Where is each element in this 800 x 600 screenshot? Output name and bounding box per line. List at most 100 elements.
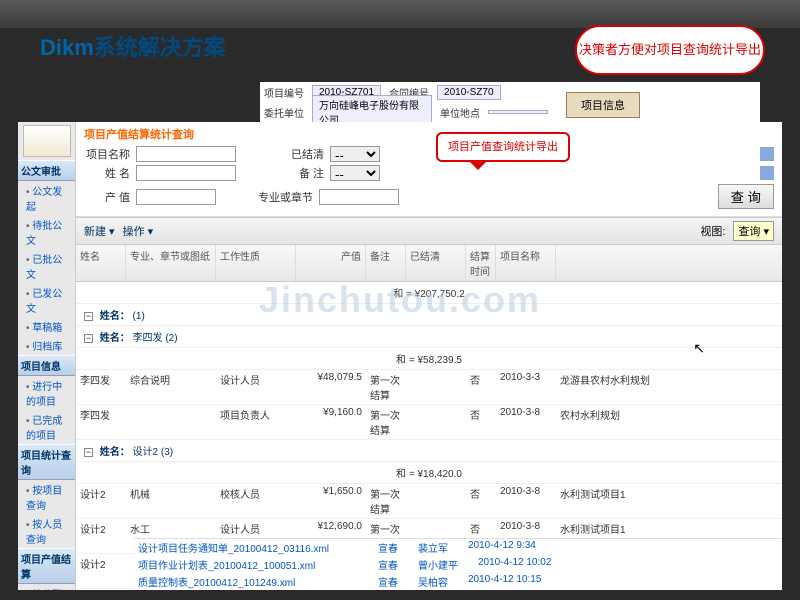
table-row[interactable]: 设计2机械校核人员¥1,650.0第一次结算 否2010-3-8水利测试项目1: [76, 484, 782, 519]
group-row[interactable]: − 姓名： 设计2 (3): [76, 440, 782, 462]
file-row[interactable]: 质量控制表_20100412_101249.xml宣春吴柏容2010-4-12 …: [134, 573, 782, 590]
note-select[interactable]: --: [330, 165, 380, 181]
column-header[interactable]: 结算时间: [466, 245, 496, 281]
sidebar-item[interactable]: 待分配产值: [18, 584, 75, 590]
sidebar-item[interactable]: 进行中的项目: [18, 376, 75, 410]
expand-toggle-icon[interactable]: −: [84, 334, 93, 343]
table-cell: 综合说明: [126, 370, 216, 404]
value-input[interactable]: [136, 189, 216, 205]
table-cell: [406, 370, 466, 404]
location-label: 单位地点: [436, 105, 484, 120]
sum-row: 和 = ¥58,239.5: [76, 348, 782, 370]
column-header[interactable]: 工作性质: [216, 245, 296, 281]
table-cell: 2010-3-8: [496, 484, 556, 518]
contract-no-value: 2010-SZ70: [437, 85, 500, 100]
proj-name-input[interactable]: [136, 146, 236, 162]
column-header[interactable]: 专业、章节或图纸: [126, 245, 216, 281]
spec-label: 专业或章节: [258, 189, 313, 205]
settled-label: 已结清: [278, 146, 324, 162]
panel-title: 项目产值结算统计查询: [84, 126, 774, 142]
sidebar-item[interactable]: 归档库: [18, 336, 75, 355]
table-cell: 设计2: [76, 519, 126, 553]
table-row[interactable]: 李四发项目负责人¥9,160.0第一次结算否2010-3-8农村水利规划: [76, 405, 782, 440]
table-cell: 机械: [126, 484, 216, 518]
table-cell: 否: [466, 484, 496, 518]
new-button[interactable]: 新建 ▾: [84, 223, 115, 239]
sidebar-item[interactable]: 公文发起: [18, 181, 75, 215]
table-cell: 设计人员: [216, 370, 296, 404]
proj-name-label: 项目名称: [84, 146, 130, 162]
table-cell: ¥9,160.0: [296, 405, 366, 439]
sidebar-item[interactable]: 草稿箱: [18, 317, 75, 336]
project-header-info: 项目编号 2010-SZ701 合同编号 2010-SZ70 委托单位 万向硅峰…: [260, 82, 760, 122]
name-input[interactable]: [136, 165, 236, 181]
group-row[interactable]: − 姓名： (1): [76, 304, 782, 326]
cloud-annotation: 决策者方便对项目查询统计导出: [560, 15, 780, 80]
sidebar: 公文审批公文发起待批公文已批公文已发公文草稿箱归档库项目信息进行中的项目已完成的…: [18, 122, 76, 590]
table-cell: 第一次结算: [366, 370, 406, 404]
sidebar-item[interactable]: 已发公文: [18, 283, 75, 317]
calendar-icon-2[interactable]: [760, 166, 774, 180]
spec-input[interactable]: [319, 189, 399, 205]
table-cell: 农村水利规划: [556, 405, 656, 439]
table-cell: 第一次结算: [366, 484, 406, 518]
sum-row: 和 = ¥18,420.0: [76, 462, 782, 484]
callout-annotation: 项目产值查询统计导出: [436, 132, 570, 162]
name-label: 姓 名: [84, 165, 130, 181]
sidebar-section[interactable]: 公文审批: [18, 160, 75, 181]
sum-row: 和 = ¥207,750.2: [76, 282, 782, 304]
group-row[interactable]: − 姓名： 李四发 (2): [76, 326, 782, 348]
grid-header: 姓名专业、章节或图纸工作性质产值备注已结清结算时间项目名称: [76, 245, 782, 282]
table-cell: [126, 405, 216, 439]
title-suffix: 系统解决方案: [94, 35, 226, 60]
table-cell: 第一次结算: [366, 405, 406, 439]
grid-toolbar: 新建 ▾ 操作 ▾ 视图: 查询 ▾: [76, 217, 782, 245]
table-cell: 2010-3-3: [496, 370, 556, 404]
query-panel: 项目产值结算统计查询 项目产值查询统计导出 项目名称 已结清 -- 姓 名 备 …: [76, 122, 782, 217]
sidebar-item[interactable]: 待批公文: [18, 215, 75, 249]
expand-toggle-icon[interactable]: −: [84, 448, 93, 457]
column-header[interactable]: 姓名: [76, 245, 126, 281]
value-label: 产 值: [84, 189, 130, 205]
sidebar-item[interactable]: 按项目查询: [18, 480, 75, 514]
search-button[interactable]: 查 询: [718, 184, 774, 209]
project-info-tab[interactable]: 项目信息: [566, 92, 640, 118]
sidebar-item[interactable]: 已批公文: [18, 249, 75, 283]
table-cell: 校核人员: [216, 484, 296, 518]
table-cell: ¥1,650.0: [296, 484, 366, 518]
file-row[interactable]: 项目作业计划表_20100412_100051.xml宣春曾小建平2010-4-…: [134, 556, 782, 573]
ops-button[interactable]: 操作 ▾: [123, 223, 154, 239]
column-header[interactable]: 已结清: [406, 245, 466, 281]
table-row[interactable]: 李四发综合说明设计人员¥48,079.5第一次结算否2010-3-3龙游县农村水…: [76, 370, 782, 405]
table-cell: [406, 484, 466, 518]
table-cell: 设计2: [76, 484, 126, 518]
sidebar-section[interactable]: 项目统计查询: [18, 444, 75, 480]
proj-no-label: 项目编号: [260, 85, 308, 100]
table-cell: 2010-3-8: [496, 405, 556, 439]
table-cell: 龙游县农村水利规划: [556, 370, 656, 404]
sidebar-item[interactable]: 按人员查询: [18, 514, 75, 548]
table-cell: 水利测试项目1: [556, 484, 656, 518]
title-prefix: Dikm: [40, 35, 94, 60]
main-area: 公文审批公文发起待批公文已批公文已发公文草稿箱归档库项目信息进行中的项目已完成的…: [18, 122, 782, 590]
table-cell: [406, 405, 466, 439]
settled-select[interactable]: --: [330, 146, 380, 162]
sidebar-section[interactable]: 项目产值结算: [18, 548, 75, 584]
file-row[interactable]: 设计项目任务通知单_20100412_03116.xml宣春裴立军2010-4-…: [134, 539, 782, 556]
client-label: 委托单位: [260, 105, 308, 120]
column-header[interactable]: 备注: [366, 245, 406, 281]
sidebar-section[interactable]: 项目信息: [18, 355, 75, 376]
location-value: [488, 110, 548, 114]
cursor-icon: ↖: [693, 340, 705, 357]
column-header[interactable]: 产值: [296, 245, 366, 281]
sidebar-item[interactable]: 已完成的项目: [18, 410, 75, 444]
sidebar-thumbnail[interactable]: [23, 125, 71, 157]
table-cell: 否: [466, 405, 496, 439]
view-label: 视图:: [700, 223, 725, 239]
expand-toggle-icon[interactable]: −: [84, 312, 93, 321]
column-header[interactable]: 项目名称: [496, 245, 556, 281]
note-label: 备 注: [278, 165, 324, 181]
view-select[interactable]: 查询 ▾: [733, 221, 774, 241]
table-cell: 项目负责人: [216, 405, 296, 439]
calendar-icon[interactable]: [760, 147, 774, 161]
